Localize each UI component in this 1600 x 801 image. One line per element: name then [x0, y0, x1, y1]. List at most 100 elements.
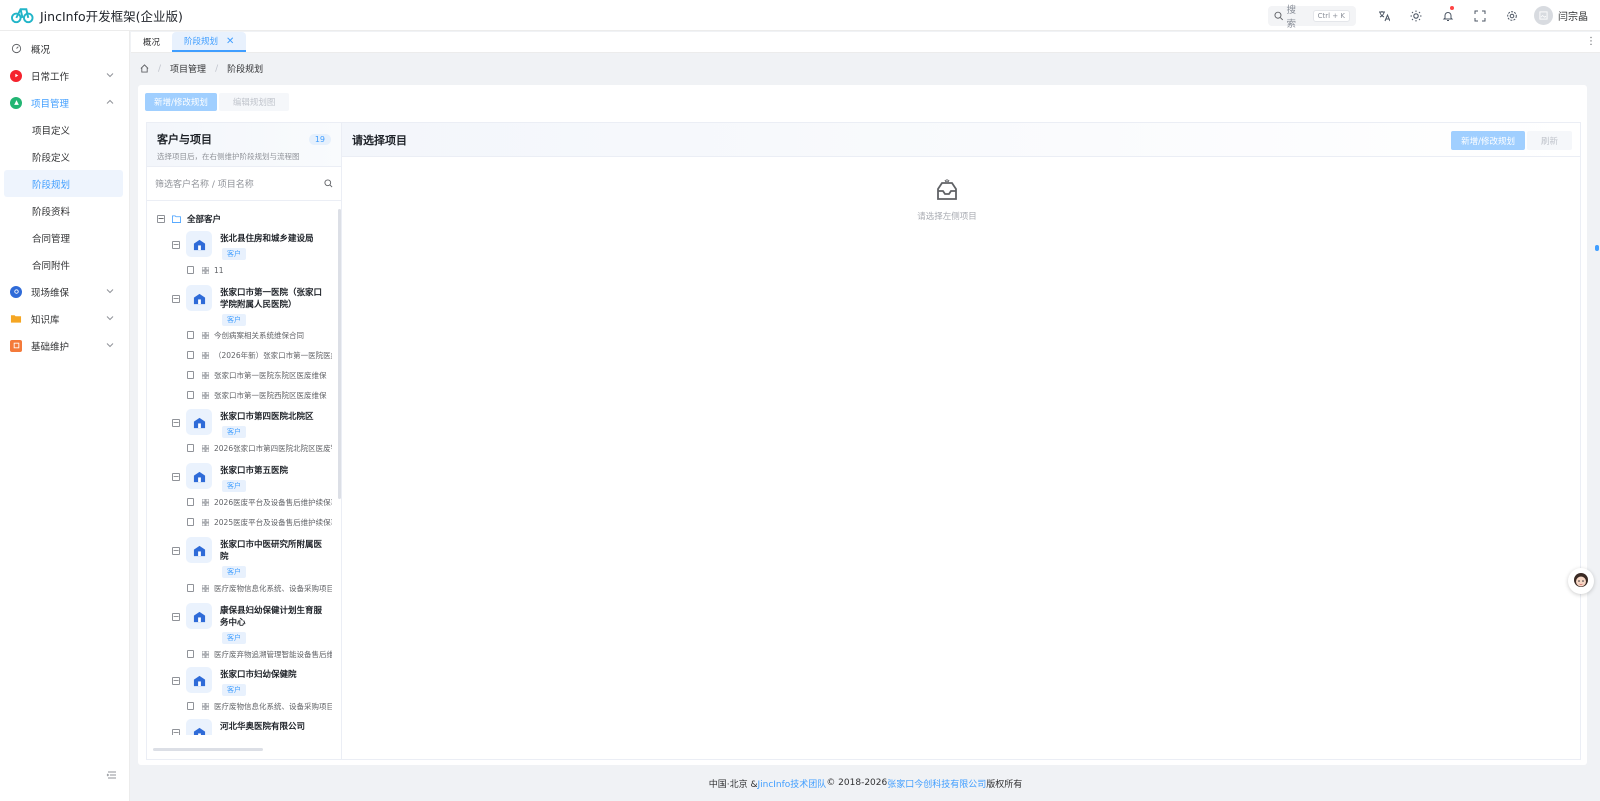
sidebar-subitem-stage-definition[interactable]: 阶段定义 — [0, 143, 129, 170]
project-name: 张家口市第一医院东院区医废维保 — [214, 370, 327, 380]
collapse-toggle-icon[interactable]: − — [157, 215, 165, 223]
building-icon — [186, 719, 212, 735]
tree-project[interactable]: 张家口市第一医院东院区医废维保 — [187, 368, 332, 382]
grid-icon — [202, 650, 209, 658]
sidebar-item-project-management[interactable]: 项目管理 — [0, 89, 129, 116]
tree-customer[interactable]: − 张北县住房和城乡建设局 客户 — [172, 231, 332, 261]
home-icon[interactable] — [140, 64, 149, 73]
translate-button[interactable] — [1368, 0, 1400, 31]
translate-icon — [1379, 10, 1390, 21]
collapse-toggle-icon[interactable]: − — [172, 295, 180, 303]
tree-project[interactable]: 2026医废平台及设备售后维护续保项 — [187, 495, 332, 509]
tree-project[interactable]: （2026年新）张家口市第一医院医疗 — [187, 348, 332, 362]
collapse-toggle-icon[interactable]: − — [172, 241, 180, 249]
app-logo[interactable]: JincInfo开发框架(企业版) — [0, 5, 190, 25]
collapse-toggle-icon[interactable]: − — [172, 419, 180, 427]
customer-tag: 客户 — [222, 684, 246, 696]
tree-project[interactable]: 医疗废物信息化系统、设备采购项目 — [187, 699, 332, 713]
fullscreen-button[interactable] — [1464, 0, 1496, 31]
tree-project[interactable]: 张家口市第一医院西院区医废维保 — [187, 388, 332, 402]
filter-input[interactable]: 筛选客户名称 / 项目名称 — [147, 167, 341, 201]
panel-subtitle: 选择项目后，在右侧维护阶段规划与流程图 — [157, 152, 300, 161]
theme-toggle-button[interactable] — [1400, 0, 1432, 31]
sidebar-item-daily-work[interactable]: 日常工作 — [0, 62, 129, 89]
search-icon — [1274, 11, 1284, 20]
tree-customer[interactable]: − 张家口市第四医院北院区 客户 — [172, 409, 332, 439]
sidebar-collapse-icon[interactable] — [106, 769, 118, 781]
close-icon[interactable]: ✕ — [226, 36, 234, 47]
chevron-down-icon — [106, 289, 114, 294]
collapse-toggle-icon[interactable]: − — [172, 473, 180, 481]
sidebar-item-label: 知识库 — [31, 314, 60, 326]
side-drawer-handle[interactable] — [1595, 245, 1599, 251]
tree-project[interactable]: 2026张家口市第四医院北院区医废智 — [187, 441, 332, 455]
grid-icon — [202, 518, 209, 526]
collapse-toggle-icon[interactable]: − — [172, 729, 180, 735]
settings-button[interactable] — [1496, 0, 1528, 31]
document-icon — [187, 584, 194, 592]
tree-customer[interactable]: − 河北华奥医院有限公司 — [172, 719, 332, 735]
user-name: 闫宗晶 — [1558, 12, 1588, 23]
customer-tag: 客户 — [222, 426, 246, 438]
tree-project[interactable]: 11 — [187, 263, 332, 277]
tree-scrollbar[interactable] — [338, 209, 341, 499]
tree-project[interactable]: 医疗废物信息化系统、设备采购项目 — [187, 581, 332, 595]
sidebar-item-base-maintenance[interactable]: 基础维护 — [0, 332, 129, 359]
tree-root[interactable]: − 全部客户 — [157, 213, 221, 225]
tabs-more-icon[interactable]: ⋮ — [1586, 36, 1596, 47]
count-badge: 19 — [308, 134, 331, 145]
document-icon — [187, 650, 194, 658]
sidebar-subitem-contract-attachments[interactable]: 合同附件 — [0, 251, 129, 278]
app-title: JincInfo开发框架(企业版) — [40, 8, 183, 24]
collapse-toggle-icon[interactable]: − — [172, 547, 180, 555]
sidebar-subitem-stage-planning[interactable]: 阶段规划 — [4, 170, 123, 197]
tree-customer[interactable]: − 张家口市第一医院（张家口学院附属人民医院） 客户 — [172, 285, 332, 329]
tree-customer[interactable]: − 张家口市第五医院 客户 — [172, 463, 332, 493]
footer-company-link[interactable]: 张家口今创科技有限公司 — [887, 777, 986, 790]
sidebar-item-overview[interactable]: 概况 — [0, 35, 129, 62]
collapse-toggle-icon[interactable]: − — [172, 613, 180, 621]
sidebar-item-knowledge-base[interactable]: 知识库 — [0, 305, 129, 332]
add-edit-plan-button[interactable]: 新增/修改规划 — [1451, 131, 1525, 150]
sidebar-subitem-stage-materials[interactable]: 阶段资料 — [0, 197, 129, 224]
breadcrumb-stage-planning: 阶段规划 — [227, 65, 264, 75]
tree-project[interactable]: 2025医废平台及设备售后维护续保项 — [187, 515, 332, 529]
project-name: （2026年新）张家口市第一医院医疗 — [214, 350, 332, 360]
daily-work-icon — [10, 69, 22, 82]
tab-stage-planning[interactable]: 阶段规划 ✕ — [172, 32, 247, 52]
breadcrumb-project-management[interactable]: 项目管理 — [170, 62, 206, 75]
user-menu[interactable]: 闫宗晶 — [1528, 6, 1600, 25]
tree-customer[interactable]: − 康保县妇幼保健计划生育服务中心 客户 — [172, 603, 332, 647]
grid-icon — [202, 371, 209, 379]
edit-diagram-button[interactable]: 编辑规划图 — [218, 93, 290, 111]
document-icon — [187, 391, 194, 399]
project-name: 2026张家口市第四医院北院区医废智 — [214, 443, 332, 453]
tree-customer[interactable]: − 张家口市中医研究所附属医院 客户 — [172, 537, 332, 581]
refresh-button[interactable]: 刷新 — [1526, 131, 1572, 150]
sidebar-item-label: 概况 — [31, 44, 51, 56]
sidebar-subitem-contract-management[interactable]: 合同管理 — [0, 224, 129, 251]
notification-button[interactable] — [1432, 0, 1464, 31]
sidebar-subitem-project-definition[interactable]: 项目定义 — [0, 116, 129, 143]
tree-horizontal-scrollbar[interactable] — [153, 748, 263, 751]
add-edit-plan-button[interactable]: 新增/修改规划 — [145, 93, 217, 111]
tab-overview[interactable]: 概况 — [131, 32, 172, 52]
chevron-down-icon — [106, 343, 114, 348]
building-icon — [186, 409, 212, 435]
building-icon — [186, 537, 212, 563]
customer-name: 河北华奥医院有限公司 — [220, 722, 306, 732]
panel-title: 客户与项目 — [157, 133, 212, 146]
footer: 中国·北京 & JincInfo技术团队 © 2018-2026 张家口今创科技… — [131, 765, 1600, 801]
customer-tag: 客户 — [222, 314, 246, 326]
tree-project[interactable]: 今创病案相关系统维保合同 — [187, 328, 332, 342]
collapse-toggle-icon[interactable]: − — [172, 677, 180, 685]
project-name: 今创病案相关系统维保合同 — [214, 330, 304, 340]
tree-project[interactable]: 医疗废弃物追溯管理智能设备售后维 — [187, 647, 332, 661]
tree-customer[interactable]: − 张家口市妇幼保健院 客户 — [172, 667, 332, 697]
footer-team-link[interactable]: JincInfo技术团队 — [757, 777, 826, 790]
assistant-avatar-button[interactable] — [1568, 568, 1594, 594]
global-search-button[interactable]: 搜索 Ctrl + K — [1268, 5, 1356, 30]
sidebar-item-onsite-maintenance[interactable]: 现场维保 — [0, 278, 129, 305]
customer-tag: 客户 — [222, 632, 246, 644]
grid-icon — [202, 498, 209, 506]
